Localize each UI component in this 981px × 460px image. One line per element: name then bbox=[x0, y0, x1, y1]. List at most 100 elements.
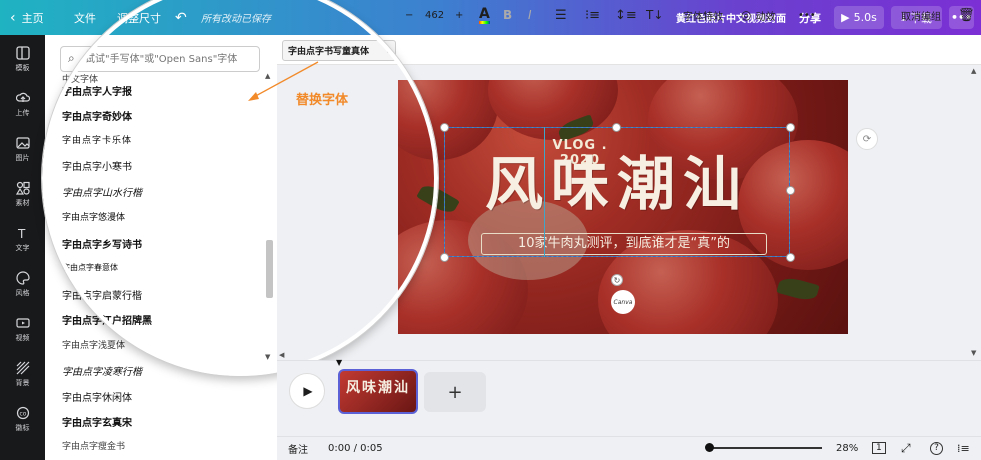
rail-label: 素材 bbox=[15, 198, 30, 207]
font-search-box[interactable]: ⌕ bbox=[60, 46, 260, 72]
zoom-slider-knob[interactable] bbox=[705, 443, 714, 452]
fullscreen-icon[interactable]: ⤢ bbox=[901, 436, 911, 460]
notes-button[interactable]: 备注 bbox=[288, 436, 308, 460]
text-transform-icon[interactable]: T↓ bbox=[646, 0, 663, 30]
font-option[interactable]: 字由点字启蒙行楷 bbox=[62, 287, 142, 302]
logo-icon: co bbox=[16, 406, 29, 419]
selection-guide bbox=[544, 127, 545, 257]
line-spacing-icon[interactable]: ↕≡ bbox=[615, 0, 637, 30]
layout-icon bbox=[15, 45, 30, 60]
resize-handle[interactable] bbox=[786, 123, 795, 132]
font-option[interactable]: 字由点字小寒书 bbox=[62, 158, 132, 173]
bold-button[interactable]: B bbox=[503, 0, 512, 30]
font-list-scrollbar[interactable] bbox=[266, 240, 273, 298]
effects-button[interactable]: 字体特效 bbox=[683, 0, 723, 30]
rail-item-background[interactable]: 背景 bbox=[0, 356, 45, 392]
text-color-icon[interactable]: A bbox=[479, 0, 490, 30]
side-rail: 模板 上传 图片 素材 T 文字 风格 视频 背景 co 徽标 bbox=[0, 35, 45, 460]
resize-handle[interactable] bbox=[440, 123, 449, 132]
selection-box[interactable] bbox=[444, 127, 790, 257]
rail-label: 徽标 bbox=[15, 423, 30, 432]
shapes-icon bbox=[15, 181, 30, 195]
more-options-button[interactable]: ••• bbox=[798, 0, 816, 30]
font-option[interactable]: 字由点字山水行楷 bbox=[62, 184, 142, 199]
font-size-value[interactable]: 462 bbox=[425, 0, 444, 30]
font-option[interactable]: 字由点字人字报 bbox=[62, 83, 132, 98]
resize-handle[interactable] bbox=[440, 253, 449, 262]
rail-item-text[interactable]: T 文字 bbox=[0, 221, 45, 257]
canvas-scroll-up-icon[interactable]: ▲ bbox=[971, 67, 976, 75]
undo-icon[interactable]: ↶ bbox=[175, 0, 187, 35]
canvas-scroll-down-icon[interactable]: ▼ bbox=[971, 349, 976, 357]
font-option[interactable]: 字由点字瘦金书 bbox=[62, 439, 125, 452]
font-option[interactable]: 字由点字凌寒行楷 bbox=[62, 363, 142, 378]
zoom-slider-track[interactable] bbox=[707, 447, 822, 449]
font-size-increase-button[interactable]: + bbox=[455, 0, 463, 30]
page-count-button[interactable]: 1 bbox=[872, 436, 886, 460]
back-home-link[interactable]: ‹ 主页 bbox=[10, 0, 44, 35]
font-option[interactable]: 字由点字玄真宋 bbox=[62, 414, 132, 429]
svg-text:co: co bbox=[19, 410, 26, 417]
animate-label: 动效 bbox=[755, 11, 776, 23]
palette-icon bbox=[15, 270, 30, 285]
rail-item-photos[interactable]: 图片 bbox=[0, 131, 45, 167]
canva-badge: Canva bbox=[611, 290, 635, 314]
font-option[interactable]: 字由点字奇妙体 bbox=[62, 108, 132, 123]
page-thumbnail[interactable]: 风味潮汕 bbox=[338, 369, 418, 414]
rail-label: 风格 bbox=[15, 288, 30, 297]
resize-menu[interactable]: 调整尺寸 bbox=[117, 0, 161, 35]
rail-item-styles[interactable]: 风格 bbox=[0, 266, 45, 302]
add-page-button[interactable]: + bbox=[424, 372, 486, 412]
svg-text:T: T bbox=[17, 227, 26, 240]
thumbnail-text: 风味潮汕 bbox=[346, 380, 410, 396]
rail-item-videos[interactable]: 视频 bbox=[0, 311, 45, 347]
font-family-value: 字由点字书写童真体 bbox=[288, 47, 370, 57]
align-center-icon[interactable]: ☰ bbox=[555, 0, 567, 30]
resize-handle[interactable] bbox=[786, 186, 795, 195]
time-readout: 0:00 / 0:05 bbox=[328, 442, 383, 454]
play-icon: ▶ bbox=[841, 11, 850, 24]
rail-label: 背景 bbox=[15, 378, 30, 387]
top-bar: ‹ 主页 文件 调整尺寸 ↶ 所有改动已保存 黄红色照片中文视频封面 分享 ▶ … bbox=[0, 0, 981, 35]
rail-item-logos[interactable]: co 徽标 bbox=[0, 401, 45, 437]
scroll-down-icon[interactable]: ▼ bbox=[265, 353, 270, 361]
rail-item-templates[interactable]: 模板 bbox=[0, 41, 45, 77]
rail-label: 上传 bbox=[15, 108, 30, 117]
help-icon[interactable]: ? bbox=[930, 436, 943, 460]
play-icon: ▶ bbox=[303, 384, 313, 398]
rotate-icon[interactable]: ↻ bbox=[611, 274, 623, 286]
font-option[interactable]: 字由点字卡乐体 bbox=[62, 133, 132, 146]
font-option[interactable]: 字由点字江户招牌黑 bbox=[62, 312, 152, 327]
play-button[interactable]: ▶ 5.0s bbox=[834, 6, 884, 29]
trash-icon[interactable]: 🗑 bbox=[958, 0, 975, 30]
shortcuts-icon[interactable]: ⁞≡ bbox=[957, 436, 970, 460]
comment-icon[interactable]: ⟳ bbox=[856, 128, 878, 150]
font-option[interactable]: 字由点字悠漫体 bbox=[62, 210, 125, 223]
list-icon[interactable]: ⁝≡ bbox=[585, 0, 600, 30]
animate-icon: ◎ bbox=[741, 8, 752, 22]
save-status: 所有改动已保存 bbox=[201, 14, 271, 25]
rail-label: 文字 bbox=[15, 243, 30, 252]
font-search-input[interactable] bbox=[85, 51, 255, 67]
search-icon: ⌕ bbox=[68, 51, 75, 65]
rail-label: 视频 bbox=[15, 333, 30, 342]
font-option[interactable]: 字由点字春意体 bbox=[62, 262, 118, 273]
ungroup-button[interactable]: 取消编组 bbox=[901, 0, 941, 30]
zoom-level[interactable]: 28% bbox=[836, 436, 858, 460]
resize-handle[interactable] bbox=[786, 253, 795, 262]
timeline-play-button[interactable]: ▶ bbox=[289, 373, 325, 409]
animate-button[interactable]: ◎ 动效 bbox=[741, 0, 775, 30]
font-option[interactable]: 字由点字休闲体 bbox=[62, 389, 132, 404]
text-icon: T bbox=[17, 227, 26, 240]
font-option[interactable]: 字由点字浅夏体 bbox=[62, 338, 125, 351]
font-option[interactable]: 字由点字乡写诗书 bbox=[62, 236, 142, 251]
rail-item-uploads[interactable]: 上传 bbox=[0, 86, 45, 122]
canvas-hscroll-left-icon[interactable]: ◀ bbox=[279, 351, 284, 359]
file-menu[interactable]: 文件 bbox=[74, 0, 96, 35]
resize-handle[interactable] bbox=[612, 123, 621, 132]
font-size-decrease-button[interactable]: − bbox=[405, 0, 413, 30]
rail-item-elements[interactable]: 素材 bbox=[0, 176, 45, 212]
italic-button[interactable]: I bbox=[528, 0, 532, 30]
pages-icon: 1 bbox=[872, 442, 886, 454]
home-label: 主页 bbox=[21, 11, 44, 25]
